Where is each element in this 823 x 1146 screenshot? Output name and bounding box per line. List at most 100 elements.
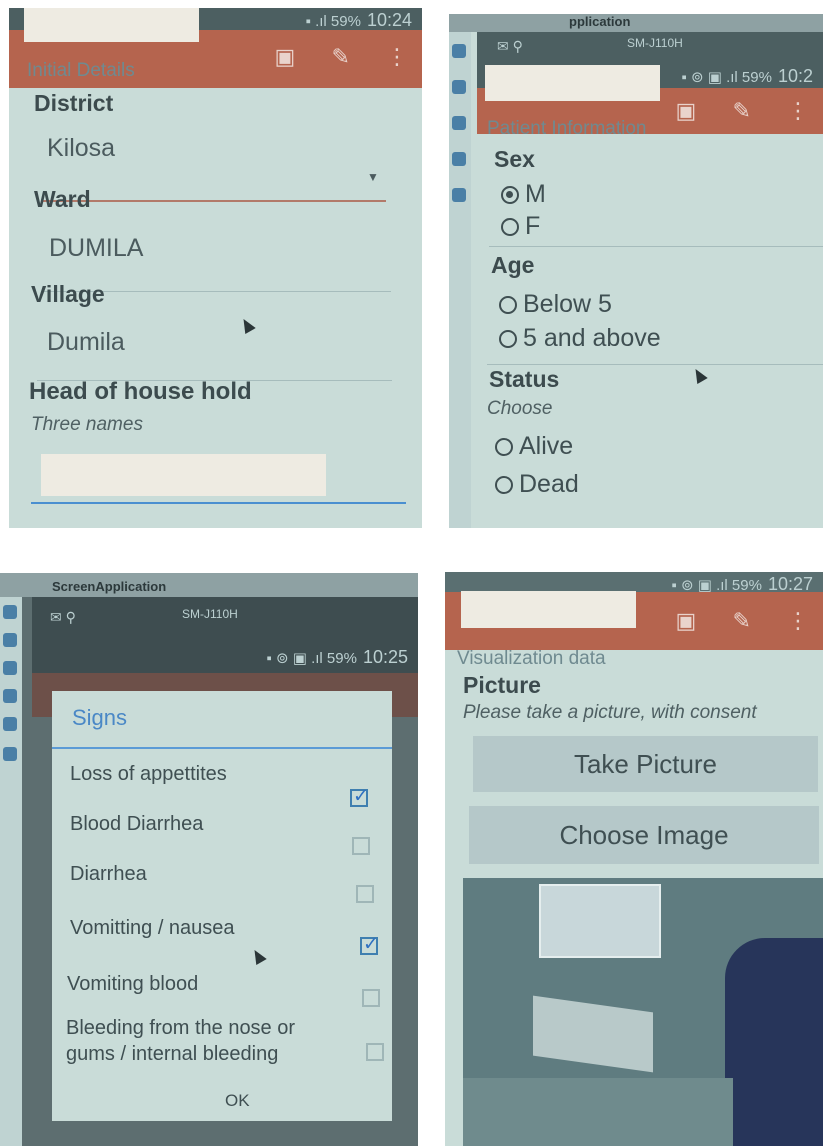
head-of-household-hint: Three names (31, 414, 143, 435)
picture-hint: Please take a picture, with consent (463, 702, 757, 723)
head-of-household-input[interactable] (41, 454, 326, 496)
dialog-title-divider (52, 747, 392, 749)
radio-icon (499, 329, 517, 348)
tool-icon[interactable] (452, 80, 466, 94)
overflow-menu-icon[interactable]: ⋮ (787, 608, 809, 633)
district-select[interactable]: Kilosa (47, 134, 115, 163)
save-icon[interactable]: ▣ (676, 98, 697, 123)
village-input[interactable]: Dumila (47, 328, 125, 357)
status-hint: Choose (487, 398, 553, 419)
panel-patient-information: pplication ✉ ⚲ SM-J110H ▪ ⊚ ▣ .ıl 59% 10:… (449, 14, 823, 528)
head-of-household-label: Head of house hold (29, 378, 252, 405)
ward-input[interactable]: DUMILA (49, 234, 143, 263)
photo-floor (463, 1078, 733, 1146)
redacted-title (461, 591, 636, 628)
checkbox-icon[interactable] (356, 885, 374, 903)
status-time: 10:25 (362, 647, 408, 667)
status-icons: ▪ .ıl 59% (305, 13, 361, 30)
status-time: 10:24 (366, 10, 412, 30)
device-label: SM-J110H (627, 36, 683, 50)
divider (489, 246, 823, 247)
sign-label: Vomiting blood (67, 973, 199, 995)
redacted-title (24, 8, 199, 42)
overflow-menu-icon[interactable]: ⋮ (787, 98, 809, 123)
checkbox-icon[interactable] (366, 1043, 384, 1061)
left-toolbar (449, 32, 471, 528)
checkbox-checked-icon[interactable] (360, 933, 379, 956)
radio-selected-icon (501, 185, 519, 204)
checkbox-icon[interactable] (352, 837, 370, 855)
sign-label: Loss of appettites (70, 763, 227, 785)
radio-icon (495, 475, 513, 494)
save-icon[interactable]: ▣ (275, 44, 296, 69)
ok-button[interactable]: OK (225, 1091, 250, 1111)
save-icon[interactable]: ▣ (676, 608, 697, 633)
tools-icon[interactable]: ✎ (331, 44, 349, 69)
section-title: Visualization data (457, 648, 606, 669)
section-title: Initial Details (27, 60, 135, 81)
status-time: 10:27 (767, 574, 813, 594)
panel-initial-details: ▪ .ıl 59% 10:24 ▣ ✎ ⋮ Initial Details Dis… (9, 8, 422, 528)
divider (487, 364, 823, 365)
tool-icon[interactable] (3, 605, 17, 619)
picture-label: Picture (463, 672, 541, 698)
take-picture-button[interactable]: Take Picture (473, 736, 818, 792)
device-label: SM-J110H (182, 607, 238, 621)
device-header: ✉ ⚲ SM-J110H ▪ ⊚ ▣ .ıl 59% 10:25 (32, 597, 418, 673)
mouse-cursor (238, 315, 256, 335)
dialog-title: Signs (72, 705, 128, 730)
status-option-dead[interactable]: Dead (495, 470, 579, 499)
radio-icon (499, 295, 517, 314)
sign-label: Bleeding from the nose or gums / interna… (66, 1017, 296, 1065)
status-bar: ▪ ⊚ ▣ .ıl 59% 10:27 (445, 572, 823, 594)
section-title: Patient Information (487, 118, 647, 139)
status-time: 10:2 (777, 66, 813, 86)
tool-icon[interactable] (3, 633, 17, 647)
left-toolbar (0, 597, 22, 1146)
status-option-alive[interactable]: Alive (495, 432, 573, 461)
age-option-5-and-above[interactable]: 5 and above (499, 324, 661, 353)
mouse-cursor (690, 365, 708, 385)
tool-icon[interactable] (452, 116, 466, 130)
radio-icon (501, 217, 519, 236)
checkbox-icon[interactable] (362, 989, 380, 1007)
checkbox-checked-icon[interactable] (350, 785, 369, 808)
status-icons: ▪ ⊚ ▣ .ıl 59% (266, 650, 357, 667)
tool-icon[interactable] (3, 661, 17, 675)
status-icons: ▪ ⊚ ▣ .ıl 59% (681, 69, 772, 86)
ward-label: Ward (34, 186, 91, 212)
photo-window (533, 995, 653, 1073)
window-title: ScreenApplication (52, 579, 167, 594)
captured-photo (463, 878, 823, 1146)
tool-icon[interactable] (452, 44, 466, 58)
tool-icon[interactable] (3, 717, 17, 731)
sign-label: Blood Diarrhea (70, 813, 204, 835)
overflow-menu-icon[interactable]: ⋮ (386, 44, 408, 69)
tool-icon[interactable] (452, 152, 466, 166)
panel-visualization-data: ▪ ⊚ ▣ .ıl 59% 10:27 ▣ ✎ ⋮ Visualization d… (445, 572, 823, 1146)
mail-icon: ✉ ⚲ (497, 38, 523, 54)
tools-icon[interactable]: ✎ (732, 608, 750, 633)
chevron-down-icon[interactable]: ▼ (367, 170, 379, 184)
sex-option-m[interactable]: M (501, 180, 546, 209)
tools-icon[interactable]: ✎ (732, 98, 750, 123)
head-input-underline (31, 502, 406, 504)
photo-ceiling-light (539, 884, 661, 958)
tool-icon[interactable] (3, 747, 17, 761)
panel-signs-dialog: ScreenApplication ✉ ⚲ SM-J110H ▪ ⊚ ▣ .ıl… (0, 573, 418, 1146)
sign-label: Vomitting / nausea (70, 917, 235, 939)
sex-label: Sex (494, 146, 535, 172)
tool-icon[interactable] (3, 689, 17, 703)
district-underline (41, 200, 386, 202)
redacted-title (485, 65, 660, 101)
tool-icon[interactable] (452, 188, 466, 202)
choose-image-button[interactable]: Choose Image (469, 806, 819, 864)
sign-label: Diarrhea (70, 863, 147, 885)
window-title: pplication (569, 14, 631, 29)
village-label: Village (31, 281, 105, 307)
district-label: District (34, 90, 114, 116)
radio-icon (495, 437, 513, 456)
sex-option-f[interactable]: F (501, 212, 540, 241)
age-option-below-5[interactable]: Below 5 (499, 290, 612, 319)
status-label: Status (489, 366, 560, 392)
